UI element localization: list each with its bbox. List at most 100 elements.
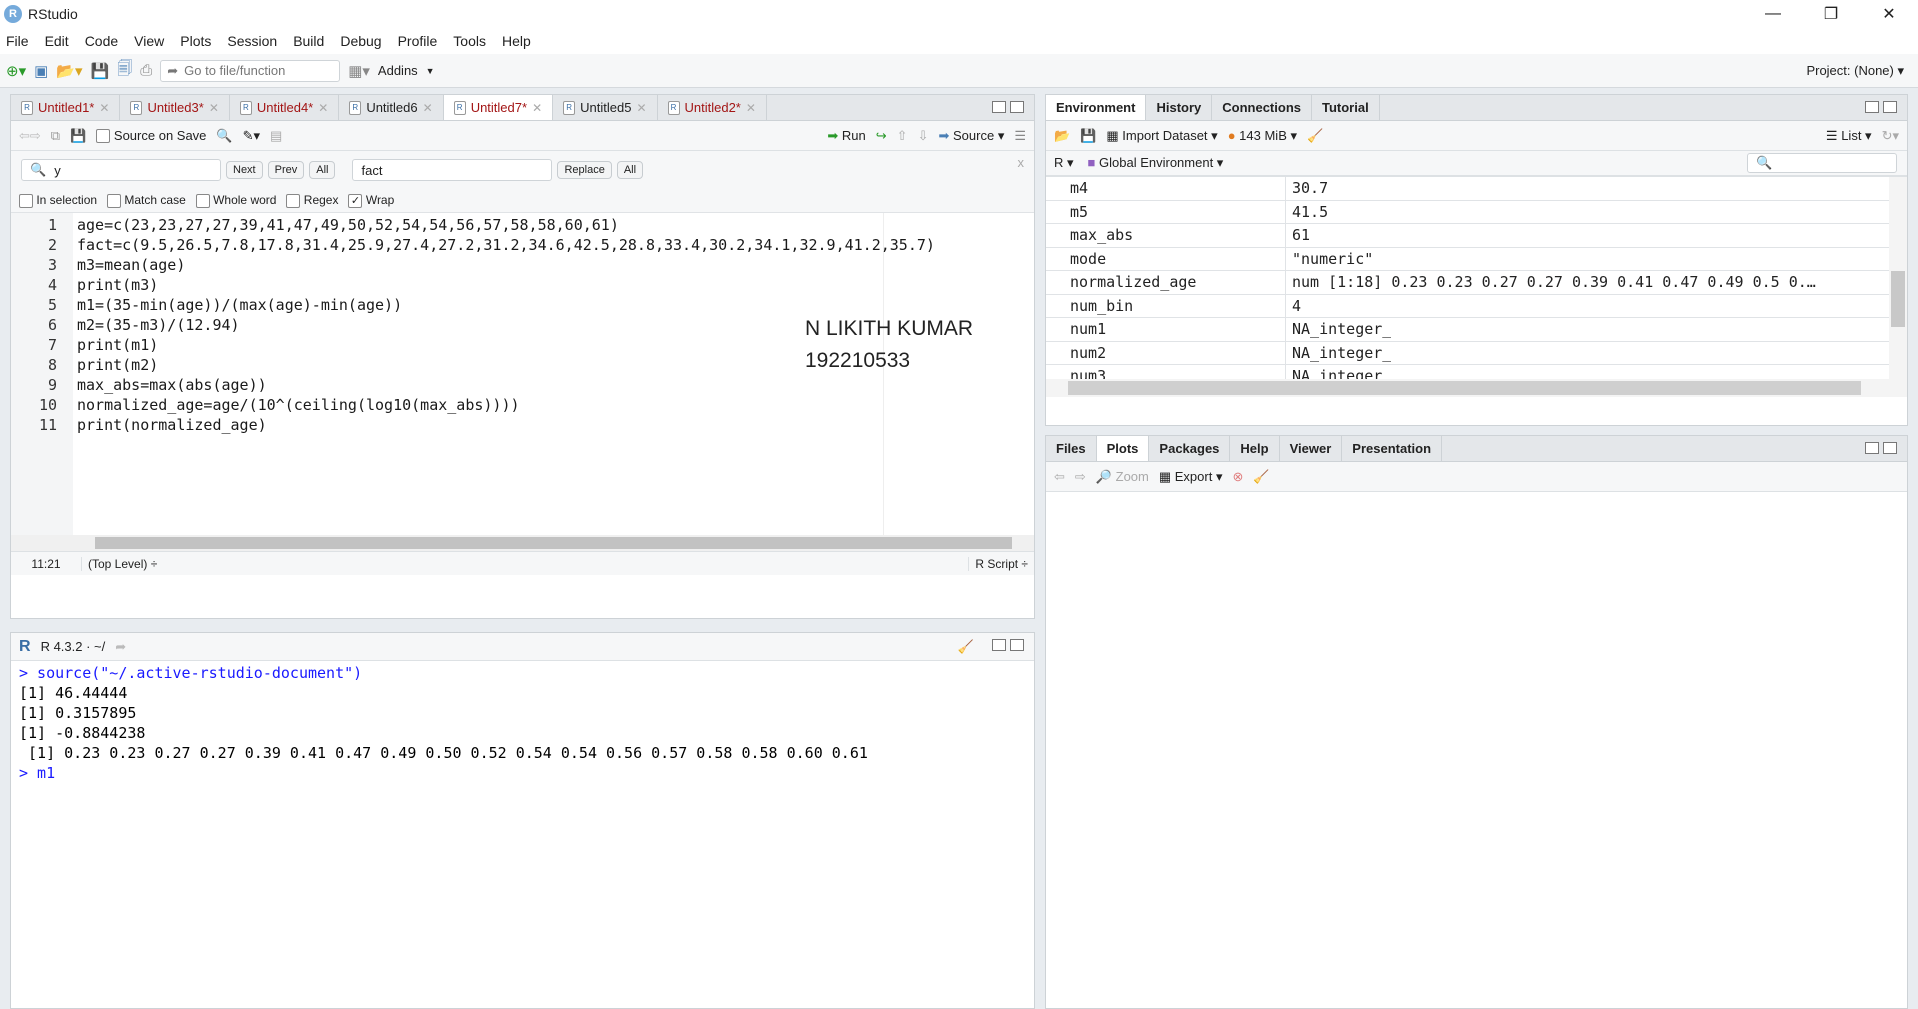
maximize-button[interactable]: ❐ [1802,0,1860,28]
option-in-selection[interactable]: In selection [19,193,97,208]
tab-plots[interactable]: Plots [1096,436,1150,461]
editor-tab[interactable]: R Untitled1* ✕ [11,95,121,120]
find-input[interactable]: 🔍 y [21,159,221,181]
menu-session[interactable]: Session [227,33,277,49]
editor-tab[interactable]: R Untitled2* ✕ [658,95,767,120]
close-find-icon[interactable]: x [1018,155,1025,170]
remove-plot-icon[interactable]: ⊗ [1232,469,1243,485]
run-button[interactable]: ➡ Run [827,128,865,144]
horizontal-scrollbar[interactable] [1046,379,1889,397]
code-tools-icon[interactable]: ✎▾ [243,128,260,144]
tab-history[interactable]: History [1146,95,1213,120]
pane-min-max[interactable] [1865,442,1897,454]
clear-console-icon[interactable]: 🧹 [958,639,974,655]
replace-button[interactable]: Replace [557,161,612,179]
find-prev-button[interactable]: Prev [267,161,305,179]
editor-tab[interactable]: R Untitled3* ✕ [120,95,230,120]
environment-row[interactable]: num2 NA_integer_ [1046,341,1889,365]
addins-menu[interactable]: Addins [378,63,418,78]
menu-code[interactable]: Code [85,33,118,49]
tab-connections[interactable]: Connections [1212,95,1312,120]
find-next-button[interactable]: Next [226,161,263,179]
rerun-icon[interactable]: ↪ [876,128,887,144]
option-wrap[interactable]: ✓ Wrap [348,193,394,208]
code-area[interactable]: N LIKITH KUMAR 192210533 1 age=c(23,23,27,… [11,213,1034,535]
tab-help[interactable]: Help [1230,436,1280,461]
horizontal-scrollbar[interactable] [11,535,1034,551]
editor-tab[interactable]: R Untitled6 ✕ [339,95,444,120]
tab-presentation[interactable]: Presentation [1342,436,1443,461]
menu-file[interactable]: File [6,33,29,49]
import-dataset-button[interactable]: ▦ Import Dataset ▾ [1106,128,1217,144]
save-workspace-icon[interactable]: 💾 [1080,128,1096,144]
scope-selector[interactable]: (Top Level) ÷ [81,556,157,571]
back-forward-icon[interactable]: ⇦⇨ [19,128,41,144]
close-tab-icon[interactable]: ✕ [532,101,542,115]
menu-build[interactable]: Build [293,33,324,49]
pane-min-max[interactable] [1865,101,1897,113]
notebook-icon[interactable]: ▤ [270,128,282,144]
clear-plots-icon[interactable]: 🧹 [1253,469,1269,485]
option-regex[interactable]: Regex [286,193,338,208]
environment-row[interactable]: num_bin 4 [1046,294,1889,318]
goto-file-input[interactable]: ➦ Go to file/function [160,59,341,82]
find-all-button[interactable]: All [309,161,336,179]
zoom-button[interactable]: 🔎 Zoom [1096,469,1149,485]
close-tab-icon[interactable]: ✕ [318,101,328,115]
tab-viewer[interactable]: Viewer [1280,436,1343,461]
menu-edit[interactable]: Edit [45,33,69,49]
new-file-icon[interactable]: ⊕▾ [6,62,26,80]
source-on-save-checkbox[interactable]: Source on Save [96,128,206,144]
up-arrow-icon[interactable]: ⇧ [897,128,908,144]
menu-help[interactable]: Help [502,33,531,49]
tab-packages[interactable]: Packages [1149,436,1231,461]
environment-row[interactable]: m4 30.7 [1046,177,1889,201]
tab-environment[interactable]: Environment [1046,95,1147,120]
menu-profile[interactable]: Profile [398,33,438,49]
open-file-icon[interactable]: 📂▾ [56,62,82,80]
tab-tutorial[interactable]: Tutorial [1312,95,1380,120]
prev-plot-icon[interactable]: ⇦ [1054,469,1065,485]
next-plot-icon[interactable]: ⇨ [1075,469,1086,485]
view-mode-selector[interactable]: ☰ List ▾ [1826,128,1872,144]
down-arrow-icon[interactable]: ⇩ [918,128,929,144]
menu-tools[interactable]: Tools [453,33,486,49]
close-tab-icon[interactable]: ✕ [423,101,433,115]
minimize-button[interactable]: — [1744,0,1802,28]
editor-tab[interactable]: R Untitled5 ✕ [553,95,658,120]
export-button[interactable]: ▦ Export ▾ [1159,469,1223,485]
outline-icon[interactable]: ☰ [1014,128,1026,144]
environment-search-input[interactable]: 🔍 [1747,153,1897,173]
close-tab-icon[interactable]: ✕ [209,101,219,115]
load-workspace-icon[interactable]: 📂 [1054,128,1070,144]
grid-layout-icon[interactable]: ▦▾ [348,62,370,80]
tab-files[interactable]: Files [1046,436,1097,461]
option-whole-word[interactable]: Whole word [195,193,276,208]
close-button[interactable]: ✕ [1860,0,1918,28]
replace-input[interactable]: fact [352,159,553,181]
menu-view[interactable]: View [134,33,164,49]
print-icon[interactable]: ⎙ [140,62,152,79]
new-project-icon[interactable]: ▣ [34,62,48,80]
save-all-icon[interactable]: 🗐 [117,58,132,83]
close-tab-icon[interactable]: ✕ [746,101,756,115]
clear-broom-icon[interactable]: 🧹 [1307,128,1323,144]
goto-dir-icon[interactable]: ➦ [115,639,126,655]
environment-row[interactable]: m5 41.5 [1046,200,1889,224]
save-icon[interactable]: 💾 [91,62,110,80]
close-tab-icon[interactable]: ✕ [99,101,109,115]
source-button[interactable]: ➡ Source ▾ [938,128,1004,144]
pane-min-max[interactable] [992,101,1024,113]
menu-plots[interactable]: Plots [180,33,211,49]
editor-tab[interactable]: R Untitled4* ✕ [230,95,340,120]
editor-tab[interactable]: R Untitled7* ✕ [443,95,554,120]
option-match-case[interactable]: Match case [107,193,186,208]
pane-min-max[interactable] [992,639,1024,651]
show-in-window-icon[interactable]: ⧉ [51,128,60,144]
environment-row[interactable]: max_abs 61 [1046,224,1889,248]
project-menu[interactable]: Project: (None) ▾ [1806,63,1904,79]
language-selector[interactable]: R ▾ [1054,155,1074,171]
save-icon[interactable]: 💾 [70,128,86,144]
menu-debug[interactable]: Debug [340,33,381,49]
environment-row[interactable]: normalized_age num [1:18] 0.23 0.23 0.27 … [1046,271,1889,295]
